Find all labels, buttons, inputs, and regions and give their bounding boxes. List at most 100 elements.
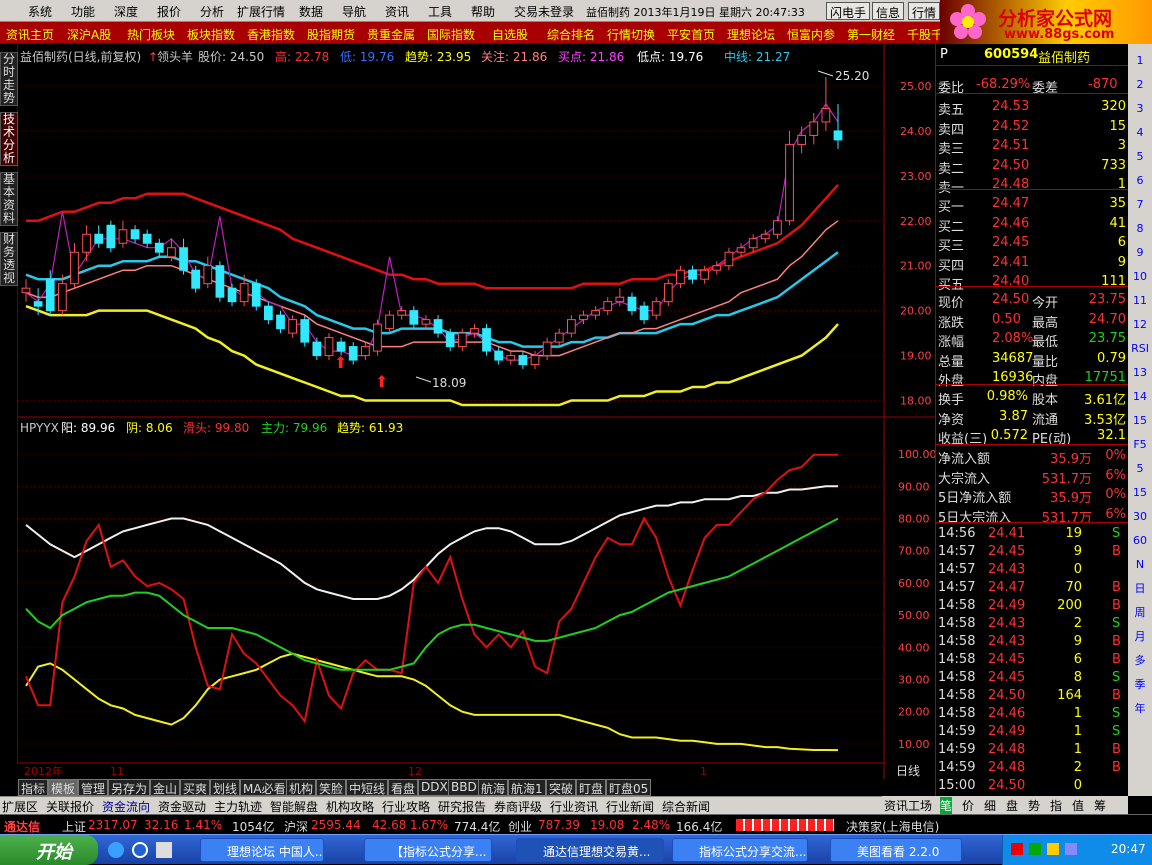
indicator-tab[interactable]: 航海1 <box>508 779 546 796</box>
menu-data[interactable]: 数据 <box>299 3 323 20</box>
side-tool-button[interactable]: 6 <box>1130 172 1150 190</box>
bottom-tab[interactable]: 研究报告 <box>438 798 486 815</box>
indicator-tab[interactable]: 突破 <box>546 779 577 796</box>
detail-tab[interactable]: 盘 <box>1006 797 1018 814</box>
bottom-tab[interactable]: 关联报价 <box>46 798 94 815</box>
desktop-icon[interactable] <box>156 842 172 858</box>
toolbar-item[interactable]: 香港指数 <box>247 26 295 43</box>
indicator-tab[interactable]: 模板 <box>48 779 79 796</box>
toolbar-item[interactable]: 理想论坛 <box>727 26 775 43</box>
menu-analysis[interactable]: 分析 <box>200 3 224 20</box>
side-tool-button[interactable]: N <box>1130 556 1150 574</box>
bottom-tab[interactable]: 机构攻略 <box>326 798 374 815</box>
menu-ext-market[interactable]: 扩展行情 <box>237 3 285 20</box>
indicator-tab[interactable]: 航海 <box>478 779 509 796</box>
bottom-tab[interactable]: 资金流向 <box>102 798 150 815</box>
bottom-tab[interactable]: 行业攻略 <box>382 798 430 815</box>
side-tool-button[interactable]: 日 <box>1130 580 1150 598</box>
side-tool-button[interactable]: 11 <box>1130 292 1150 310</box>
task-item[interactable]: 指标公式分享交流... <box>672 838 808 862</box>
indicator-tab[interactable]: 买爽 <box>180 779 211 796</box>
menu-help[interactable]: 帮助 <box>471 3 495 20</box>
task-item[interactable]: 【指标公式分享... <box>364 838 492 862</box>
bottom-tab[interactable]: 资金驱动 <box>158 798 206 815</box>
side-tool-button[interactable]: 13 <box>1130 364 1150 382</box>
side-tool-button[interactable]: 周 <box>1130 604 1150 622</box>
detail-tab[interactable]: 势 <box>1028 797 1040 814</box>
toolbar-item[interactable]: 恒富内参 <box>787 26 835 43</box>
detail-tab[interactable]: 值 <box>1072 797 1084 814</box>
tray-icon[interactable] <box>1029 843 1041 855</box>
indicator-tab[interactable]: 管理 <box>78 779 109 796</box>
detail-tab[interactable]: 细 <box>984 797 996 814</box>
menu-quote[interactable]: 报价 <box>157 3 181 20</box>
side-tool-button[interactable]: 12 <box>1130 316 1150 334</box>
toolbar-item[interactable]: 深沪A股 <box>67 26 111 43</box>
toolbar-item[interactable]: 综合排名 <box>547 26 595 43</box>
tray-icon[interactable] <box>1065 843 1077 855</box>
side-tool-button[interactable]: 60 <box>1130 532 1150 550</box>
flash-button[interactable]: 闪电手 <box>826 2 871 20</box>
toolbar-item[interactable]: 板块指数 <box>187 26 235 43</box>
detail-tab[interactable]: 价 <box>962 797 974 814</box>
side-tool-button[interactable]: 9 <box>1130 244 1150 262</box>
toolbar-item[interactable]: 自选股 <box>492 26 528 43</box>
task-item[interactable]: 理想论坛 中国人... <box>200 838 324 862</box>
side-tool-button[interactable]: 15 <box>1130 412 1150 430</box>
chart-area[interactable]: 25.00 24.00 23.00 22.00 21.00 20.00 19.00 18.00… <box>0 44 935 779</box>
toolbar-item[interactable]: 国际指数 <box>427 26 475 43</box>
side-tool-button[interactable]: 多 <box>1130 652 1150 670</box>
indicator-tab[interactable]: 划线 <box>210 779 241 796</box>
side-tool-button[interactable]: 7 <box>1130 196 1150 214</box>
side-tool-button[interactable]: 30 <box>1130 508 1150 526</box>
tray-icon[interactable] <box>1047 843 1059 855</box>
side-tool-button[interactable]: 8 <box>1130 220 1150 238</box>
toolbar-item[interactable]: 贵重金属 <box>367 26 415 43</box>
side-tool-button[interactable]: 3 <box>1130 100 1150 118</box>
indicator-tab[interactable]: MA必看 <box>240 779 289 796</box>
side-tool-button[interactable]: 季 <box>1130 676 1150 694</box>
indicator-tab[interactable]: 中短线 <box>346 779 389 796</box>
toolbar-item[interactable]: 行情切换 <box>607 26 655 43</box>
side-tool-button[interactable]: 1 <box>1130 52 1150 70</box>
bottom-tab[interactable]: 智能解盘 <box>270 798 318 815</box>
indicator-tab[interactable]: BBD <box>448 779 480 796</box>
detail-tab[interactable]: 资讯工场 <box>884 797 932 814</box>
indicator-tab[interactable]: 机构 <box>286 779 317 796</box>
task-item[interactable]: 通达信理想交易黄... <box>516 838 664 862</box>
ie-icon[interactable] <box>132 842 148 858</box>
detail-tab[interactable]: 笔 <box>940 797 953 814</box>
bottom-tab[interactable]: 行业资讯 <box>550 798 598 815</box>
toolbar-item[interactable]: 第一财经 <box>847 26 895 43</box>
bottom-tab[interactable]: 券商评级 <box>494 798 542 815</box>
side-tool-button[interactable]: 10 <box>1130 268 1150 286</box>
tray-icon[interactable] <box>1011 843 1023 855</box>
menu-news[interactable]: 资讯 <box>385 3 409 20</box>
bottom-tab[interactable]: 行业新闻 <box>606 798 654 815</box>
toolbar-item[interactable]: 资讯主页 <box>6 26 54 43</box>
menu-system[interactable]: 系统 <box>28 3 52 20</box>
start-button[interactable]: 开始 <box>0 835 98 865</box>
indicator-tab[interactable]: 笑脸 <box>316 779 347 796</box>
menu-tools[interactable]: 工具 <box>428 3 452 20</box>
indicator-tab[interactable]: 金山 <box>150 779 181 796</box>
bottom-tab[interactable]: 扩展区 <box>2 798 38 815</box>
side-tool-button[interactable]: 15 <box>1130 484 1150 502</box>
side-tool-button[interactable]: 5 <box>1130 460 1150 478</box>
side-tool-button[interactable]: 年 <box>1130 700 1150 718</box>
side-tool-button[interactable]: 2 <box>1130 76 1150 94</box>
side-tool-button[interactable]: 14 <box>1130 388 1150 406</box>
bottom-tab[interactable]: 综合新闻 <box>662 798 710 815</box>
side-tool-button[interactable]: 5 <box>1130 148 1150 166</box>
menu-navigate[interactable]: 导航 <box>342 3 366 20</box>
info-button[interactable]: 信息 <box>872 2 905 20</box>
toolbar-item[interactable]: 股指期货 <box>307 26 355 43</box>
browser-icon[interactable] <box>108 842 124 858</box>
menu-trade-login[interactable]: 交易未登录 <box>514 3 574 20</box>
indicator-tab[interactable]: 另存为 <box>108 779 151 796</box>
indicator-tab[interactable]: 盯盘 <box>576 779 607 796</box>
indicator-tab[interactable]: 指标 <box>18 779 49 796</box>
detail-tab[interactable]: 指 <box>1050 797 1062 814</box>
indicator-tab[interactable]: 盯盘05 <box>606 779 652 796</box>
indicator-tab[interactable]: 看盘 <box>388 779 419 796</box>
